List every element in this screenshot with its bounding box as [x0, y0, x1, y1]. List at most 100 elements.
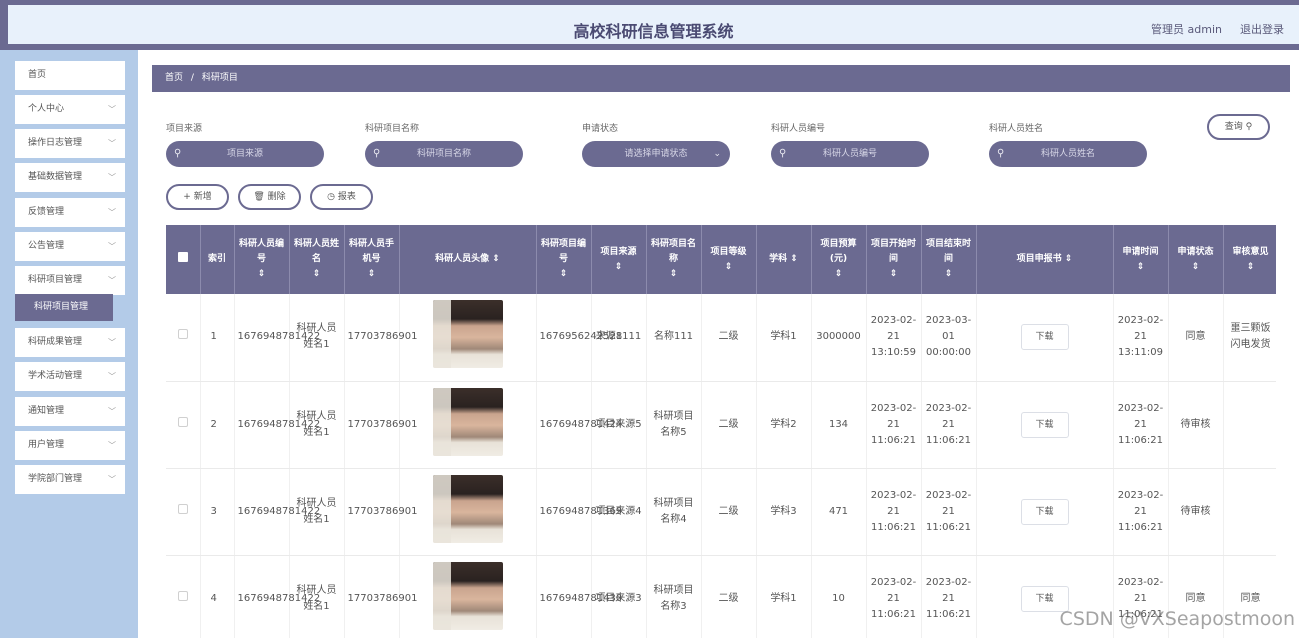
col-header[interactable]: 项目申报书 ⇕: [976, 225, 1114, 294]
sidebar-item-profile[interactable]: 个人中心 ﹀: [15, 95, 125, 124]
table-cell-start: 2023-02-21 13:10:59: [866, 294, 922, 382]
table-cell-status: 待审核: [1168, 468, 1224, 556]
col-header[interactable]: 科研项目名称 ⇕: [646, 225, 702, 294]
table-cell-project-no: 1676948781430: [536, 555, 622, 638]
col-header[interactable]: 科研项目编号 ⇕: [536, 225, 592, 294]
col-header[interactable]: 科研人员手机号 ⇕: [344, 225, 400, 294]
download-cell: 下载: [976, 381, 1114, 469]
sidebar-item-label: 反馈管理: [28, 207, 65, 217]
avatar-cell: [399, 381, 537, 469]
sidebar-item-notice[interactable]: 公告管理 ﹀: [15, 232, 125, 261]
filter-label-status: 申请状态: [582, 124, 619, 134]
col-header[interactable]: 科研人员姓名 ⇕: [289, 225, 345, 294]
sidebar-item-home[interactable]: 首页: [15, 61, 125, 90]
breadcrumb-home[interactable]: 首页: [165, 73, 183, 83]
table-cell-level: 二级: [701, 555, 757, 638]
avatar-cell: [399, 468, 537, 556]
col-header[interactable]: 项目等级 ⇕: [701, 225, 757, 294]
search-icon: ⚲: [174, 148, 182, 159]
sidebar-item-users[interactable]: 用户管理 ﹀: [15, 431, 125, 460]
sort-icon: ⇕: [944, 269, 953, 279]
select-all-checkbox[interactable]: [166, 225, 201, 294]
sidebar-subitem-project-manage[interactable]: 科研项目管理: [15, 294, 113, 321]
current-user: 管理员 admin: [1151, 23, 1222, 36]
add-button[interactable]: + 新增: [166, 184, 229, 210]
row-checkbox-cell[interactable]: [166, 468, 201, 556]
filter-source-input[interactable]: ⚲ 项目来源: [166, 141, 324, 167]
filter-staff-name-input[interactable]: ⚲ 科研人员姓名: [989, 141, 1147, 167]
col-header[interactable]: 科研人员编号 ⇕: [234, 225, 290, 294]
sort-icon: ⇕: [669, 269, 678, 279]
sidebar-item-label: 公告管理: [28, 241, 65, 251]
sidebar-item-notify[interactable]: 通知管理 ﹀: [15, 397, 125, 426]
row-checkbox[interactable]: [177, 503, 188, 514]
top-header: 高校科研信息管理系统 管理员 admin 退出登录: [0, 0, 1299, 50]
sort-icon: ⇕: [492, 254, 500, 264]
table-row: 2 1676948781422 科研人员姓名1 17703786901 16769487…: [166, 381, 1276, 469]
col-header[interactable]: 项目来源 ⇕: [591, 225, 647, 294]
table-cell-source: 项目来源5: [591, 381, 647, 469]
avatar: [432, 561, 503, 630]
watermark: CSDN @VXSeapostmoon: [1059, 608, 1295, 630]
col-header[interactable]: 项目开始时间 ⇕: [866, 225, 922, 294]
sidebar-item-departments[interactable]: 学院部门管理 ﹀: [15, 465, 125, 494]
table-cell-staff-no: 1676948781422: [234, 555, 320, 638]
table-cell-level: 二级: [701, 468, 757, 556]
avatar: [432, 387, 503, 456]
chevron-down-icon: ﹀: [108, 173, 116, 182]
table-cell-project-name: 名称111: [646, 294, 702, 382]
row-checkbox[interactable]: [177, 329, 188, 340]
col-header: 索引: [200, 225, 235, 294]
col-header[interactable]: 学科 ⇕: [756, 225, 812, 294]
filter-project-name-input[interactable]: ⚲ 科研项目名称: [365, 141, 523, 167]
table-cell-source: 来源1111: [591, 294, 647, 382]
sidebar-item-feedback[interactable]: 反馈管理 ﹀: [15, 198, 125, 227]
row-checkbox[interactable]: [177, 416, 188, 427]
delete-button[interactable]: 🗑 删除: [238, 184, 301, 210]
table-cell-source: 项目来源3: [591, 555, 647, 638]
sidebar-item-results[interactable]: 科研成果管理 ﹀: [15, 328, 125, 357]
col-header[interactable]: 申请状态 ⇕: [1168, 225, 1224, 294]
row-checkbox[interactable]: [177, 590, 188, 601]
download-button[interactable]: 下载: [1020, 411, 1069, 438]
filter-status-select[interactable]: 请选择申请状态 ⌄: [582, 141, 730, 167]
chevron-down-icon: ﹀: [108, 407, 116, 416]
search-icon: ⚲: [1245, 122, 1253, 132]
table-cell-staff-no: 1676948781422: [234, 468, 320, 556]
sidebar-item-label: 用户管理: [28, 440, 65, 450]
sidebar-item-label: 个人中心: [28, 104, 65, 114]
col-header[interactable]: 项目预算(元) ⇕: [811, 225, 867, 294]
sidebar-item-oplog[interactable]: 操作日志管理 ﹀: [15, 129, 125, 158]
col-header[interactable]: 项目结束时间 ⇕: [921, 225, 977, 294]
chevron-down-icon: ﹀: [108, 105, 116, 114]
avatar-cell: [399, 555, 537, 638]
table-cell-start: 2023-02-21 11:06:21: [866, 468, 922, 556]
filter-placeholder: 科研人员编号: [822, 149, 877, 159]
sidebar-item-projects[interactable]: 科研项目管理 ﹀: [15, 266, 125, 295]
table-cell-staff-no: 1676948781422: [234, 294, 320, 382]
table-cell-staff-no: 1676948781422: [234, 381, 320, 469]
download-button[interactable]: 下载: [1020, 498, 1069, 525]
table-cell-end: 2023-02-21 11:06:21: [921, 468, 977, 556]
col-header[interactable]: 科研人员头像 ⇕: [399, 225, 537, 294]
col-header[interactable]: 申请时间 ⇕: [1113, 225, 1169, 294]
table-cell-opinion: [1223, 381, 1276, 469]
report-button[interactable]: ◷ 报表: [310, 184, 373, 210]
sidebar-item-label: 科研项目管理: [28, 275, 83, 285]
download-button[interactable]: 下载: [1020, 324, 1069, 351]
sidebar-item-label: 学院部门管理: [28, 474, 83, 484]
download-cell: 下载: [976, 294, 1114, 382]
row-checkbox-cell[interactable]: [166, 555, 201, 638]
row-checkbox-cell[interactable]: [166, 294, 201, 382]
logout-link[interactable]: 退出登录: [1240, 21, 1284, 37]
table-cell-phone: 17703786901: [344, 294, 418, 382]
sidebar-item-academic[interactable]: 学术活动管理 ﹀: [15, 362, 125, 391]
filter-staff-no-input[interactable]: ⚲ 科研人员编号: [771, 141, 929, 167]
sidebar-item-basedata[interactable]: 基础数据管理 ﹀: [15, 163, 125, 192]
table-cell-budget: 3000000: [811, 294, 867, 382]
col-header[interactable]: 审核意见 ⇕: [1223, 225, 1276, 294]
row-checkbox-cell[interactable]: [166, 381, 201, 469]
table-cell-start: 2023-02-21 11:06:21: [866, 555, 922, 638]
search-button[interactable]: 查询 ⚲: [1207, 114, 1270, 140]
table-cell-index: 3: [200, 468, 235, 556]
